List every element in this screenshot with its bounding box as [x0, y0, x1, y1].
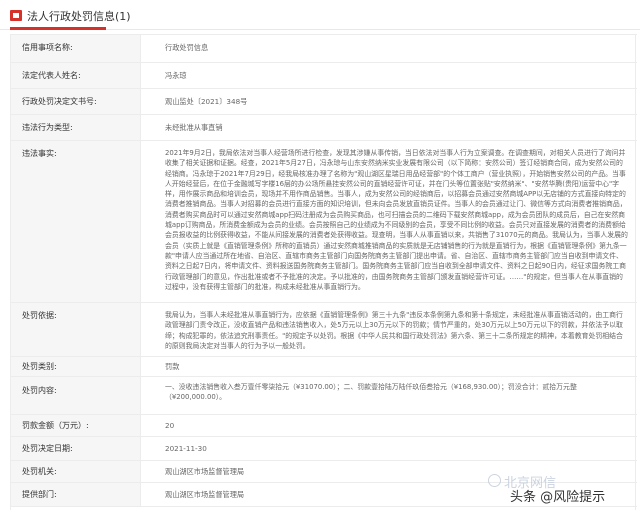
- row-label: 处罚内容:: [22, 386, 57, 395]
- penalty-info-table: 信用事项名称: 行政处罚信息 法定代表人姓名: 冯永琼 行政处罚决定文书号: 观…: [10, 34, 637, 510]
- watermark-logo-icon: [488, 474, 501, 487]
- row-value: 行政处罚信息: [165, 43, 209, 52]
- table-row: 违法行为类型: 未经批准从事直销: [11, 114, 637, 140]
- row-label: 提供部门:: [22, 490, 57, 499]
- active-tab-underline: [10, 27, 106, 30]
- row-value: 我局认为，当事人未经批准从事直销行为，应依据《直销管理条例》第三十九条"违反本条…: [165, 311, 623, 350]
- row-label: 处罚依据:: [22, 311, 57, 320]
- row-value: 一、没收违法销售收入叁万壹仟零柒拾元（¥31070.00）；二、罚款壹拾陆万陆仟…: [165, 383, 577, 402]
- row-value: 2021年9月2日，我局依法对当事人经营场所进行检查，发现其涉嫌从事传销，当日依…: [165, 149, 628, 291]
- row-value: 2021-11-30: [165, 444, 207, 453]
- row-label: 信用事项名称:: [22, 43, 73, 52]
- row-value: 罚款: [165, 362, 180, 371]
- table-row: 罚款金额（万元）: 20: [11, 414, 637, 436]
- table-row: 法定代表人姓名: 冯永琼: [11, 62, 637, 88]
- table-row: 处罚类别: 罚款: [11, 356, 637, 376]
- row-label: 法定代表人姓名:: [22, 71, 81, 80]
- section-header: 法人行政处罚信息(1): [0, 0, 640, 30]
- row-label: 罚款金额（万元）:: [22, 421, 89, 430]
- row-label: 行政处罚决定文书号:: [22, 97, 97, 106]
- row-label: 违法行为类型:: [22, 123, 73, 132]
- row-value: 观山湖区市场监督管理局: [165, 467, 245, 476]
- row-label: 处罚机关:: [22, 467, 57, 476]
- table-row: 处罚内容: 一、没收违法销售收入叁万壹仟零柒拾元（¥31070.00）；二、罚款…: [11, 376, 637, 414]
- source-credit: 头条 @风险提示: [510, 490, 606, 505]
- table-row: 信用事项名称: 行政处罚信息: [11, 34, 637, 62]
- row-value: 未经批准从事直销: [165, 123, 223, 132]
- table-row: 处罚决定日期: 2021-11-30: [11, 436, 637, 460]
- row-label: 违法事实:: [22, 149, 57, 158]
- table-row: 违法事实: 2021年9月2日，我局依法对当事人经营场所进行检查，发现其涉嫌从事…: [11, 140, 637, 302]
- row-value: 冯永琼: [165, 71, 187, 80]
- table-row: 处罚依据: 我局认为，当事人未经批准从事直销行为，应依据《直销管理条例》第三十九…: [11, 302, 637, 356]
- table-row: 行政处罚决定文书号: 观山监处〔2021〕348号: [11, 88, 637, 114]
- flag-icon: [10, 10, 22, 21]
- table-bottom-border: [11, 506, 637, 507]
- row-label: 处罚类别:: [22, 362, 57, 371]
- row-value: 观山监处〔2021〕348号: [165, 97, 248, 106]
- row-value: 20: [165, 421, 175, 430]
- row-label: 处罚决定日期:: [22, 444, 73, 453]
- section-title: 法人行政处罚信息(1): [27, 10, 131, 23]
